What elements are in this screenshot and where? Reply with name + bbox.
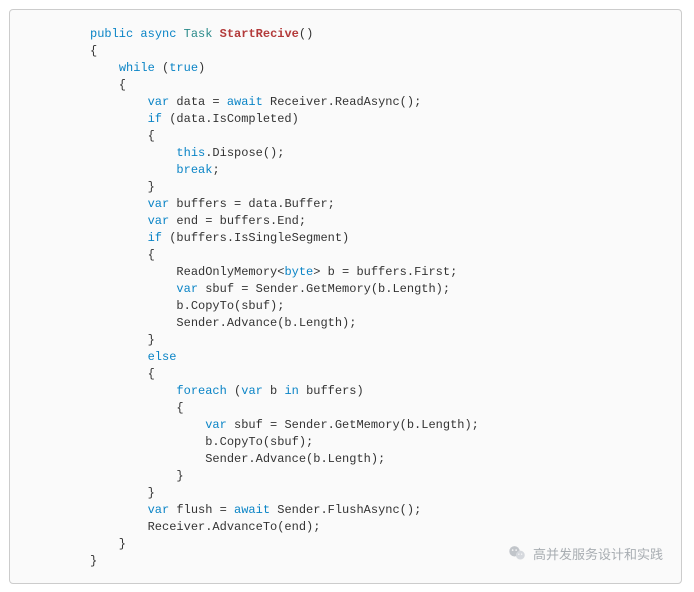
watermark: 高并发服务设计和实践 [507,543,663,563]
code-block-frame: public async Task StartRecive() { while … [9,9,682,584]
wechat-icon [507,543,527,563]
code-listing: public async Task StartRecive() { while … [10,26,681,570]
watermark-text: 高并发服务设计和实践 [533,544,663,563]
